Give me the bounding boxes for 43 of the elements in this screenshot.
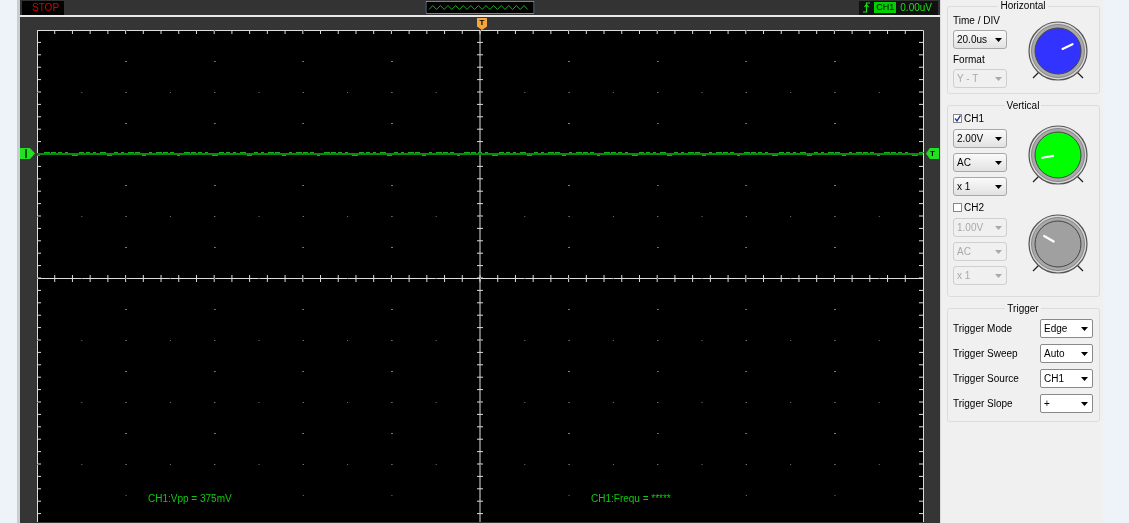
group-title: Trigger [1006, 303, 1040, 314]
field-label: Trigger Sweep [953, 348, 1018, 359]
dropdown[interactable]: 2.00V [953, 129, 1007, 148]
caret-icon [995, 273, 1002, 278]
dropdown[interactable]: Auto [1040, 344, 1093, 363]
caret-icon [995, 37, 1002, 42]
caret-icon [995, 184, 1002, 189]
dropdown[interactable]: x 1 [953, 177, 1007, 196]
dropdown[interactable]: CH1 [1040, 369, 1093, 388]
trigger-channel-badge: CH1 [874, 2, 897, 13]
channel-marker-icon[interactable] [20, 148, 35, 159]
field-label: Time / DIV [953, 15, 1001, 26]
channel-label: CH2 [964, 202, 984, 213]
caret-icon [995, 76, 1002, 81]
field-label: Trigger Slope [953, 398, 1013, 409]
dropdown[interactable]: 20.0us [953, 30, 1007, 49]
dropdown[interactable]: + [1040, 394, 1093, 413]
caret-icon [1081, 351, 1088, 356]
field-label: Trigger Source [953, 373, 1019, 384]
measurement-readout: CH1:Frequ = ***** [591, 493, 671, 504]
trigger-level-marker[interactable]: T [926, 148, 939, 159]
caret-icon [1081, 401, 1088, 406]
trigger-position-marker[interactable]: T [477, 18, 487, 30]
dropdown[interactable]: Edge [1040, 319, 1093, 338]
field-label: Format [953, 54, 986, 65]
trigger-level-readout: 0.00uV [900, 2, 932, 13]
caret-icon [1081, 326, 1088, 331]
group-title: Horizontal [999, 0, 1047, 12]
field-label: Trigger Mode [953, 323, 1013, 334]
checkbox[interactable] [953, 114, 962, 123]
caret-icon [1081, 376, 1088, 381]
group-title: Vertical [1005, 100, 1041, 111]
caret-icon [995, 160, 1002, 165]
caret-icon [995, 225, 1002, 230]
run-state-indicator[interactable]: STOP [22, 0, 64, 15]
caret-icon [995, 136, 1002, 141]
caret-icon [995, 249, 1002, 254]
dropdown[interactable]: AC [953, 153, 1007, 172]
rising-edge-icon [863, 2, 871, 13]
measurement-readout: CH1:Vpp = 375mV [148, 493, 232, 504]
channel-label: CH1 [964, 113, 984, 124]
checkbox[interactable] [953, 203, 962, 212]
knob[interactable] [1025, 18, 1091, 84]
